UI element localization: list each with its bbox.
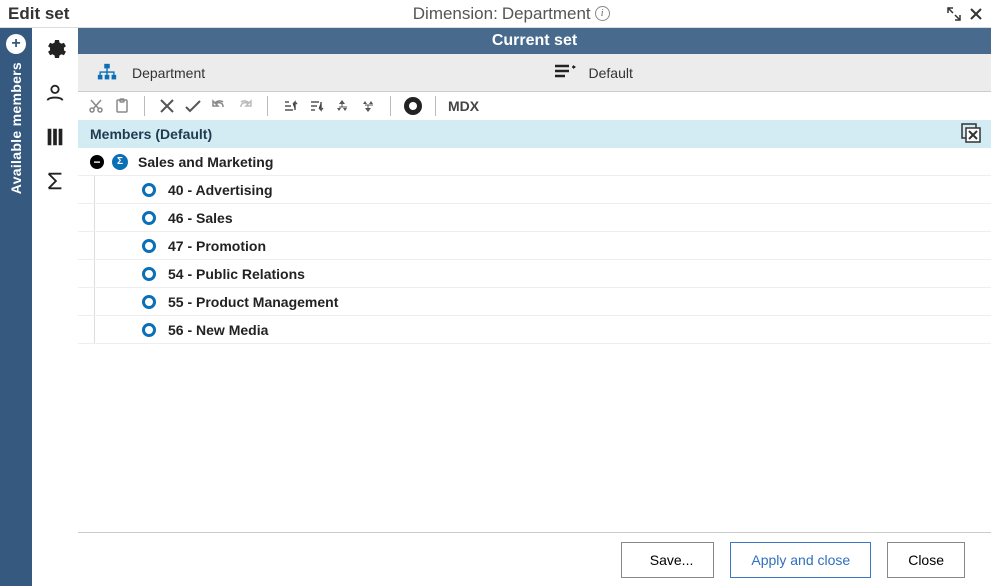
paste-icon[interactable] bbox=[112, 96, 132, 116]
titlebar-controls bbox=[945, 5, 991, 23]
user-icon[interactable] bbox=[40, 78, 70, 108]
consolidation-icon: Σ bbox=[112, 154, 128, 170]
member-label: 56 - New Media bbox=[168, 322, 268, 338]
dimension-prefix: Dimension: bbox=[413, 4, 498, 24]
tree-indent bbox=[94, 288, 142, 315]
save-button[interactable]: Save... bbox=[621, 542, 715, 578]
tree-row-parent[interactable]: − Σ Sales and Marketing bbox=[78, 148, 991, 176]
members-toolbar: MDX bbox=[78, 92, 991, 120]
current-set-heading: Current set bbox=[78, 28, 991, 54]
dialog-title: Edit set bbox=[0, 0, 77, 28]
subset-selector[interactable]: Default bbox=[535, 54, 991, 91]
redo-icon[interactable] bbox=[235, 96, 255, 116]
collapse-icon[interactable]: − bbox=[90, 155, 104, 169]
collapse-tree-icon[interactable] bbox=[358, 96, 378, 116]
members-header: Members (Default) bbox=[78, 120, 991, 148]
apply-and-close-button[interactable]: Apply and close bbox=[730, 542, 871, 578]
gear-icon[interactable] bbox=[40, 34, 70, 64]
hierarchy-label: Department bbox=[132, 65, 205, 81]
expand-icon[interactable] bbox=[945, 5, 963, 23]
toolbar-separator bbox=[144, 96, 145, 116]
leaf-icon bbox=[142, 323, 156, 337]
members-header-text: Members (Default) bbox=[90, 126, 212, 142]
remove-icon[interactable] bbox=[157, 96, 177, 116]
info-icon[interactable]: i bbox=[595, 6, 610, 21]
mdx-button[interactable]: MDX bbox=[448, 98, 479, 114]
apply-label: Apply and close bbox=[751, 552, 850, 568]
footer: Save... Apply and close Close bbox=[78, 532, 991, 586]
subset-label: Default bbox=[589, 65, 633, 81]
tree-row-child[interactable]: 55 - Product Management bbox=[78, 288, 991, 316]
tree-indent bbox=[94, 204, 142, 231]
edit-set-dialog: Edit set Dimension: Department i + Avail… bbox=[0, 0, 991, 586]
tree-row-child[interactable]: 56 - New Media bbox=[78, 316, 991, 344]
hierarchy-selector[interactable]: Department bbox=[78, 54, 535, 91]
tree-row-child[interactable]: 46 - Sales bbox=[78, 204, 991, 232]
dialog-subtitle: Dimension: Department i bbox=[77, 4, 945, 24]
sigma-icon[interactable] bbox=[40, 166, 70, 196]
member-label: 47 - Promotion bbox=[168, 238, 266, 254]
leaf-icon bbox=[142, 267, 156, 281]
side-tool-column bbox=[32, 28, 78, 586]
tree-row-child[interactable]: 47 - Promotion bbox=[78, 232, 991, 260]
spacer bbox=[78, 344, 991, 532]
tree-indent bbox=[94, 260, 142, 287]
close-icon[interactable] bbox=[967, 5, 985, 23]
columns-icon[interactable] bbox=[40, 122, 70, 152]
main-panel: Current set Department Default bbox=[78, 28, 991, 586]
tree-indent bbox=[94, 316, 142, 343]
selector-row: Department Default bbox=[78, 54, 991, 92]
tree-row-child[interactable]: 54 - Public Relations bbox=[78, 260, 991, 288]
member-label: 40 - Advertising bbox=[168, 182, 273, 198]
member-label: 55 - Product Management bbox=[168, 294, 338, 310]
target-icon[interactable] bbox=[403, 96, 423, 116]
dimension-name: Department bbox=[502, 4, 591, 24]
available-members-rail[interactable]: + Available members bbox=[0, 28, 32, 586]
member-label: Sales and Marketing bbox=[138, 154, 273, 170]
member-label: 46 - Sales bbox=[168, 210, 233, 226]
member-label: 54 - Public Relations bbox=[168, 266, 305, 282]
toolbar-separator bbox=[390, 96, 391, 116]
titlebar: Edit set Dimension: Department i bbox=[0, 0, 991, 28]
close-label: Close bbox=[908, 552, 944, 568]
hide-panel-icon[interactable] bbox=[961, 123, 983, 146]
expand-tree-icon[interactable] bbox=[332, 96, 352, 116]
close-button[interactable]: Close bbox=[887, 542, 965, 578]
hierarchy-icon bbox=[96, 62, 118, 84]
toolbar-separator bbox=[435, 96, 436, 116]
available-members-label: Available members bbox=[8, 62, 24, 194]
leaf-icon bbox=[142, 295, 156, 309]
add-members-icon[interactable]: + bbox=[6, 34, 26, 54]
save-label: Save... bbox=[650, 552, 694, 568]
sort-asc-icon[interactable] bbox=[280, 96, 300, 116]
cut-icon[interactable] bbox=[86, 96, 106, 116]
sort-desc-icon[interactable] bbox=[306, 96, 326, 116]
members-tree: − Σ Sales and Marketing 40 - Advertising… bbox=[78, 148, 991, 344]
leaf-icon bbox=[142, 183, 156, 197]
undo-icon[interactable] bbox=[209, 96, 229, 116]
tree-row-child[interactable]: 40 - Advertising bbox=[78, 176, 991, 204]
tree-indent bbox=[94, 232, 142, 259]
leaf-icon bbox=[142, 211, 156, 225]
subset-icon bbox=[553, 62, 575, 84]
leaf-icon bbox=[142, 239, 156, 253]
keep-icon[interactable] bbox=[183, 96, 203, 116]
toolbar-separator bbox=[267, 96, 268, 116]
tree-indent bbox=[94, 176, 142, 203]
